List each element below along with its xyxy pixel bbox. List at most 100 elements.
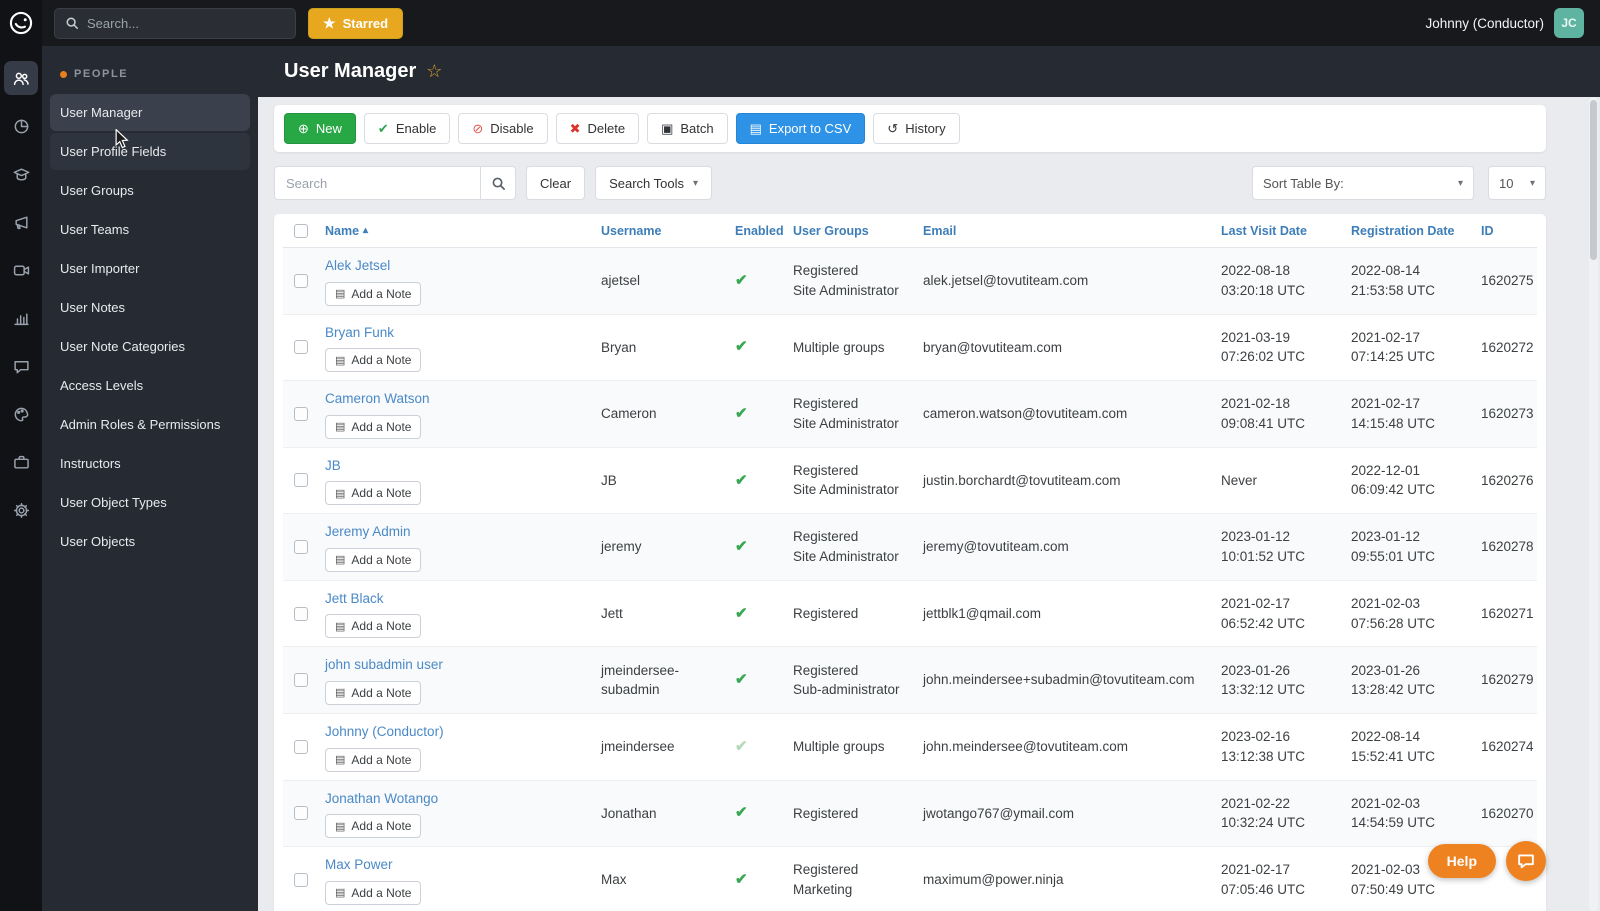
- sidebar-item-user-groups[interactable]: User Groups: [50, 172, 250, 209]
- add-note-button[interactable]: ▤ Add a Note: [325, 281, 422, 306]
- enable-button[interactable]: ✔ Enable: [363, 113, 451, 144]
- column-header-enabled[interactable]: Enabled: [729, 224, 787, 238]
- vertical-scrollbar[interactable]: [1589, 97, 1598, 911]
- email-value: jeremy@tovutiteam.com: [923, 539, 1069, 555]
- user-name-link[interactable]: JB: [325, 456, 341, 476]
- row-checkbox[interactable]: [294, 739, 308, 754]
- app-logo[interactable]: [8, 0, 34, 46]
- row-checkbox[interactable]: [294, 872, 308, 887]
- help-button[interactable]: Help: [1427, 844, 1496, 878]
- rail-item-palette[interactable]: [4, 397, 38, 431]
- row-checkbox[interactable]: [294, 340, 308, 355]
- user-avatar[interactable]: JC: [1554, 8, 1584, 38]
- user-name-link[interactable]: john subadmin user: [325, 655, 443, 675]
- add-note-button[interactable]: ▤ Add a Note: [325, 814, 422, 839]
- rail-item-bar-chart[interactable]: [4, 301, 38, 335]
- add-note-button[interactable]: ▤ Add a Note: [325, 747, 422, 772]
- table-row: Bryan Funk ▤ Add a Note Bryan ✔ Multiple grou…: [283, 315, 1537, 382]
- rail-item-graduation-cap[interactable]: [4, 157, 38, 191]
- user-name-link[interactable]: Cameron Watson: [325, 389, 430, 409]
- rail-item-gear[interactable]: [4, 493, 38, 527]
- history-button[interactable]: ↺ History: [873, 113, 960, 144]
- palette-icon: [13, 406, 30, 423]
- sidebar-item-admin-roles-permissions[interactable]: Admin Roles & Permissions: [50, 406, 250, 443]
- user-name-link[interactable]: Max Power: [325, 855, 393, 875]
- search-submit-button[interactable]: [480, 166, 516, 200]
- sort-table-select[interactable]: Sort Table By: ▾: [1252, 166, 1474, 200]
- page-size-select[interactable]: 10 ▾: [1488, 166, 1546, 200]
- row-checkbox[interactable]: [294, 673, 308, 688]
- enabled-check-icon: ✔: [735, 870, 748, 888]
- sidebar-item-user-object-types[interactable]: User Object Types: [50, 484, 250, 521]
- rail-item-video[interactable]: [4, 253, 38, 287]
- row-checkbox[interactable]: [294, 406, 308, 421]
- chat-button[interactable]: [1506, 841, 1546, 881]
- user-name-link[interactable]: Alek Jetsel: [325, 256, 390, 276]
- select-all-checkbox[interactable]: [294, 223, 308, 238]
- row-checkbox[interactable]: [294, 473, 308, 488]
- main-area: User Manager ☆ ⊕ New ✔ Enable ⊘ Disable ✖ Delet…: [258, 46, 1600, 911]
- username-value: ajetsel: [601, 273, 641, 288]
- sidebar-item-instructors[interactable]: Instructors: [50, 445, 250, 482]
- rail-item-megaphone[interactable]: [4, 205, 38, 239]
- column-header-username[interactable]: Username: [595, 224, 729, 238]
- scrollbar-thumb[interactable]: [1590, 100, 1597, 260]
- username-value: jeremy: [601, 539, 642, 555]
- row-checkbox[interactable]: [294, 806, 308, 821]
- favorite-star-icon[interactable]: ☆: [426, 61, 442, 82]
- add-note-button[interactable]: ▤ Add a Note: [325, 481, 422, 506]
- row-checkbox[interactable]: [294, 273, 308, 288]
- user-group-value: Registered: [793, 462, 859, 478]
- add-note-button[interactable]: ▤ Add a Note: [325, 414, 422, 439]
- plus-circle-icon: ⊕: [298, 121, 309, 136]
- user-name-link[interactable]: Bryan Funk: [325, 323, 394, 343]
- export-csv-button[interactable]: ▤ Export to CSV: [735, 113, 866, 144]
- sidebar-item-user-importer[interactable]: User Importer: [50, 250, 250, 287]
- user-name-link[interactable]: Jonathan Wotango: [325, 789, 438, 809]
- column-header-email[interactable]: Email: [917, 224, 1215, 238]
- rail-item-users[interactable]: [4, 61, 38, 95]
- starred-button[interactable]: ★ Starred: [308, 7, 404, 39]
- add-note-button[interactable]: ▤ Add a Note: [325, 880, 422, 905]
- column-header-id[interactable]: ID: [1475, 224, 1535, 238]
- row-checkbox[interactable]: [294, 606, 308, 621]
- sidebar-item-user-note-categories[interactable]: User Note Categories: [50, 328, 250, 365]
- sidebar-item-user-notes[interactable]: User Notes: [50, 289, 250, 326]
- global-search-input[interactable]: [87, 15, 285, 31]
- rail-item-briefcase[interactable]: [4, 445, 38, 479]
- add-note-button[interactable]: ▤ Add a Note: [325, 348, 422, 373]
- sidebar-item-user-manager[interactable]: User Manager: [50, 94, 250, 131]
- add-note-button[interactable]: ▤ Add a Note: [325, 547, 422, 572]
- table-search-input[interactable]: [274, 166, 480, 200]
- current-user-label[interactable]: Johnny (Conductor): [1425, 16, 1544, 31]
- row-checkbox[interactable]: [294, 540, 308, 555]
- search-tools-button[interactable]: Search Tools ▾: [595, 166, 713, 200]
- add-note-button[interactable]: ▤ Add a Note: [325, 680, 422, 705]
- caret-down-icon: ▾: [1457, 177, 1463, 189]
- global-search[interactable]: [54, 7, 296, 39]
- column-header-last-visit-date[interactable]: Last Visit Date: [1215, 224, 1345, 238]
- user-name-link[interactable]: Johnny (Conductor): [325, 722, 444, 742]
- user-group-value: Registered: [793, 805, 859, 821]
- add-note-button[interactable]: ▤ Add a Note: [325, 614, 422, 639]
- column-header-user-groups[interactable]: User Groups: [787, 224, 917, 238]
- last-visit-value: 2021-02-17 07:05:46 UTC: [1221, 862, 1306, 897]
- disable-button[interactable]: ⊘ Disable: [458, 113, 548, 144]
- user-name-link[interactable]: Jeremy Admin: [325, 522, 411, 542]
- sidebar-item-access-levels[interactable]: Access Levels: [50, 367, 250, 404]
- sidebar-item-user-objects[interactable]: User Objects: [50, 523, 250, 560]
- user-name-link[interactable]: Jett Black: [325, 589, 384, 609]
- delete-button[interactable]: ✖ Delete: [555, 113, 640, 144]
- clear-button[interactable]: Clear: [526, 166, 586, 200]
- last-visit-value: 2021-03-19 07:26:02 UTC: [1221, 329, 1306, 365]
- add-note-label: Add a Note: [351, 819, 412, 834]
- rail-item-pie-chart[interactable]: [4, 109, 38, 143]
- sidebar-item-user-teams[interactable]: User Teams: [50, 211, 250, 248]
- new-button[interactable]: ⊕ New: [284, 113, 356, 144]
- rail-item-chat[interactable]: [4, 349, 38, 383]
- column-header-name[interactable]: Name ▴: [319, 224, 595, 238]
- user-group-value: Site Administrator: [793, 482, 899, 498]
- column-header-registration-date[interactable]: Registration Date: [1345, 224, 1475, 238]
- batch-button[interactable]: ▣ Batch: [647, 113, 728, 144]
- sidebar-item-user-profile-fields[interactable]: User Profile Fields: [50, 133, 250, 170]
